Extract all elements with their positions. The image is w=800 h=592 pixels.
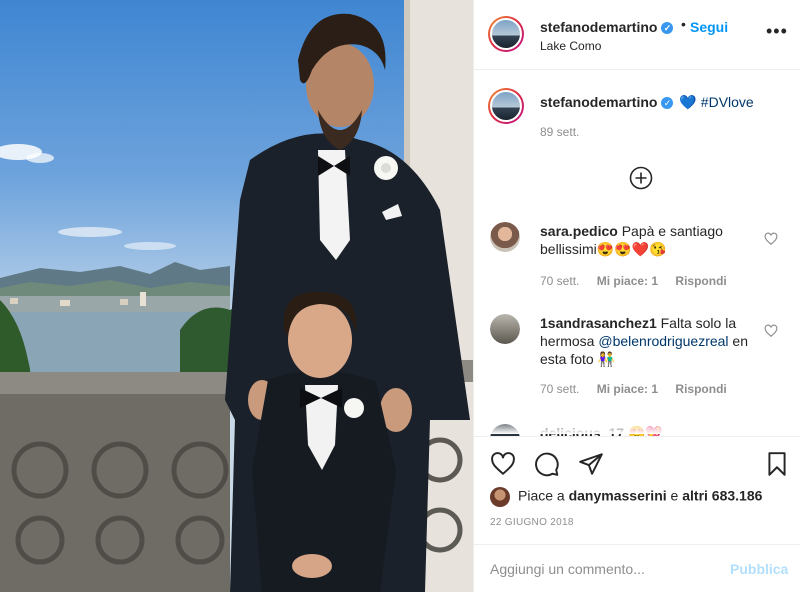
post-actions: Piace a danymasserini e altri 683.186 22… [474, 436, 800, 548]
comment-like-heart-icon[interactable] [764, 324, 778, 338]
photo-scene [0, 0, 473, 592]
liked-by-prefix: Piace a [518, 487, 565, 504]
caption-hashtag[interactable]: #DVlove [701, 94, 754, 110]
liker-avatar[interactable] [490, 487, 510, 507]
liked-by-user[interactable]: danymasserini [569, 488, 667, 504]
comment-meta: 70 sett. Mi piace: 1 Rispondi [540, 382, 741, 396]
bookmark-icon[interactable] [764, 451, 790, 477]
follow-button[interactable]: Segui [690, 19, 728, 35]
comment-meta: 70 sett. Mi piace: 1 Rispondi [540, 274, 741, 288]
liked-by: Piace a danymasserini e altri 683.186 [490, 487, 762, 507]
comment-likes[interactable]: Mi piace: 1 [597, 274, 658, 288]
caption-text: stefanodemartino ✓ 💙 #DVlove [540, 94, 754, 111]
paper-plane-icon[interactable] [578, 451, 604, 477]
commenter-avatar[interactable] [490, 222, 520, 252]
comment-time[interactable]: 70 sett. [540, 382, 579, 396]
post-photo[interactable] [0, 0, 473, 592]
heart-icon[interactable] [490, 451, 516, 477]
liked-by-joiner: e [670, 487, 679, 504]
comment-time[interactable]: 70 sett. [540, 274, 579, 288]
caption-username[interactable]: stefanodemartino [540, 94, 657, 110]
post-side-panel: stefanodemartino ✓ • Segui Lake Como ••• … [473, 0, 800, 592]
verified-badge-icon: ✓ [661, 22, 674, 34]
comment-username[interactable]: 1sandrasanchez1 [540, 315, 657, 331]
commenter-avatar[interactable] [490, 314, 520, 344]
comment-bubble-icon[interactable] [534, 451, 560, 477]
comment-likes[interactable]: Mi piace: 1 [597, 382, 658, 396]
add-comment-bar: Pubblica [474, 544, 800, 592]
caption-time[interactable]: 89 sett. [540, 125, 579, 139]
comment-username[interactable]: sara.pedico [540, 223, 618, 239]
post-header: stefanodemartino ✓ • Segui Lake Como ••• [474, 0, 800, 70]
post-date[interactable]: 22 GIUGNO 2018 [490, 517, 574, 528]
liked-by-others[interactable]: altri 683.186 [682, 488, 762, 504]
comment-mention[interactable]: @belenrodriguezreal [598, 333, 728, 349]
comment-input[interactable] [490, 557, 720, 581]
blue-heart-emoji: 💙 [679, 94, 697, 110]
more-options-icon[interactable]: ••• [766, 22, 788, 40]
verified-badge-icon: ✓ [661, 97, 674, 109]
header-separator: • [681, 16, 686, 32]
author-avatar[interactable] [488, 16, 524, 52]
post-location[interactable]: Lake Como [540, 39, 601, 53]
caption-author-avatar[interactable] [488, 88, 524, 124]
author-username[interactable]: stefanodemartino [540, 19, 657, 35]
plus-circle-icon[interactable] [629, 166, 653, 190]
comment-reply-button[interactable]: Rispondi [675, 274, 726, 288]
comment-body: sara.pedico Papà e santiago bellissimi😍😍… [540, 222, 760, 258]
publish-button[interactable]: Pubblica [730, 561, 788, 577]
comments-fade [474, 418, 800, 434]
comment-reply-button[interactable]: Rispondi [675, 382, 726, 396]
author-username-row: stefanodemartino ✓ [540, 19, 674, 35]
comment-body: 1sandrasanchez1 Falta solo la hermosa @b… [540, 314, 760, 368]
comment-like-heart-icon[interactable] [764, 232, 778, 246]
